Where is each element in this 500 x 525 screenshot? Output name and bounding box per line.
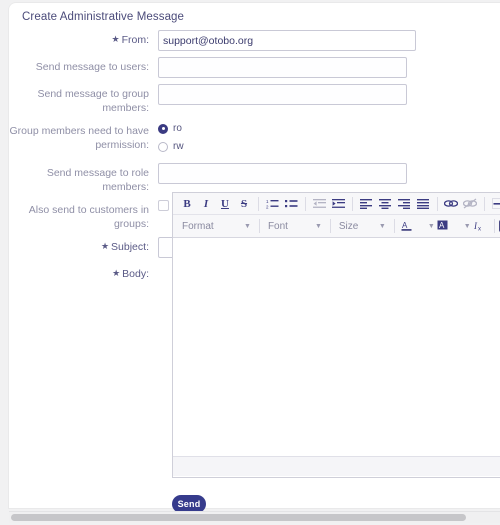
font-dropdown-label: Font <box>267 220 288 232</box>
editor-body-area[interactable] <box>173 238 500 456</box>
toolbar-separator <box>258 196 259 211</box>
chevron-down-icon[interactable]: ▼ <box>464 223 471 230</box>
increase-indent-icon[interactable] <box>329 195 347 213</box>
link-icon[interactable] <box>442 195 460 213</box>
field-from <box>158 30 500 51</box>
permission-option-ro[interactable]: ro <box>158 121 500 136</box>
decrease-indent-icon[interactable] <box>310 195 328 213</box>
customers-in-groups-checkbox[interactable] <box>158 200 169 211</box>
font-dropdown[interactable]: Font ▼ <box>264 217 326 235</box>
toolbar-separator <box>393 219 395 233</box>
underline-icon[interactable]: U <box>216 195 234 213</box>
radio-rw-icon[interactable] <box>158 141 168 152</box>
form-row-users: Send message to users: <box>9 57 500 78</box>
svg-text:A: A <box>439 221 445 230</box>
horizontal-scrollbar[interactable] <box>9 511 500 523</box>
toolbar-separator <box>493 219 495 233</box>
send-to-role-members-input[interactable] <box>158 163 407 184</box>
form-row-role-members: Send message to role members: <box>9 163 500 194</box>
send-to-users-input[interactable] <box>158 57 407 78</box>
form-row-group-members: Send message to group members: <box>9 84 500 115</box>
svg-text:1: 1 <box>266 199 269 204</box>
label-send-to-role-members: Send message to role members: <box>46 167 149 193</box>
toolbar-separator <box>305 196 306 211</box>
align-right-icon[interactable] <box>395 195 413 213</box>
bulleted-list-icon[interactable] <box>282 195 300 213</box>
align-left-icon[interactable] <box>357 195 375 213</box>
chevron-down-icon: ▼ <box>314 222 322 230</box>
from-input[interactable] <box>158 30 416 51</box>
page-title: Create Administrative Message <box>22 11 185 23</box>
required-star-icon: ★ <box>100 241 110 251</box>
form-card: Create Administrative Message ★From: Sen… <box>9 3 500 513</box>
svg-text:2: 2 <box>266 205 269 210</box>
italic-icon[interactable]: I <box>197 195 215 213</box>
unlink-icon[interactable] <box>461 195 479 213</box>
text-color-icon[interactable]: A <box>399 217 417 235</box>
form-row-permission: Group members need to have permission: r… <box>9 121 500 157</box>
permission-option-ro-label: ro <box>173 123 182 134</box>
required-star-icon: ★ <box>111 34 120 44</box>
body-rich-text-editor: B I U S 12 Format ▼ Font ▼ Size ▼ A ▼ A … <box>172 192 500 478</box>
size-dropdown[interactable]: Size ▼ <box>335 217 390 235</box>
toolbar-separator <box>352 196 353 211</box>
align-justify-icon[interactable] <box>414 195 432 213</box>
bold-icon[interactable]: B <box>178 195 196 213</box>
chevron-down-icon: ▼ <box>244 222 251 230</box>
label-customers-in-groups: Also send to customers in groups: <box>28 204 149 230</box>
label-body: ★ Body: <box>112 268 149 280</box>
format-dropdown[interactable]: Format ▼ <box>178 217 255 235</box>
label-from: ★ From: <box>111 34 150 46</box>
background-color-icon[interactable]: A <box>435 217 453 235</box>
svg-text:A: A <box>402 221 408 230</box>
align-center-icon[interactable] <box>376 195 394 213</box>
toolbar-separator <box>329 219 331 233</box>
chevron-down-icon: ▼ <box>378 222 386 230</box>
radio-ro-icon[interactable] <box>158 123 168 134</box>
remove-format-icon[interactable]: Ix <box>471 217 489 235</box>
label-send-to-users: Send message to users: <box>35 61 149 73</box>
chevron-down-icon[interactable]: ▼ <box>428 223 435 230</box>
svg-text:x: x <box>478 227 481 233</box>
permission-option-rw-label: rw <box>173 141 184 152</box>
format-dropdown-label: Format <box>182 220 214 232</box>
strikethrough-icon[interactable]: S <box>235 195 253 213</box>
editor-toolbar-row-2: Format ▼ Font ▼ Size ▼ A ▼ A ▼ Ix <box>173 215 500 238</box>
toolbar-separator <box>258 219 260 233</box>
field-send-to-group-members <box>158 84 500 105</box>
label-send-to-group-members: Send message to group members: <box>37 88 150 114</box>
field-permission: ro rw <box>158 121 500 157</box>
required-star-icon: ★ <box>112 268 121 278</box>
send-to-group-members-input[interactable] <box>158 84 407 105</box>
toolbar-separator <box>437 196 438 211</box>
field-send-to-role-members <box>158 163 500 184</box>
label-subject: ★ Subject: <box>100 241 149 253</box>
size-dropdown-label: Size <box>338 220 359 232</box>
field-send-to-users <box>158 57 500 78</box>
horizontal-scrollbar-thumb[interactable] <box>11 514 466 521</box>
permission-option-rw[interactable]: rw <box>158 139 500 154</box>
horizontal-rule-icon[interactable] <box>489 195 500 213</box>
toolbar-separator <box>484 196 485 211</box>
form-row-from: ★ From: <box>9 30 500 51</box>
numbered-list-icon[interactable]: 12 <box>263 195 281 213</box>
label-permission: Group members need to have permission: <box>9 125 150 151</box>
editor-toolbar-row-1: B I U S 12 <box>173 193 500 215</box>
editor-status-bar <box>173 456 500 476</box>
